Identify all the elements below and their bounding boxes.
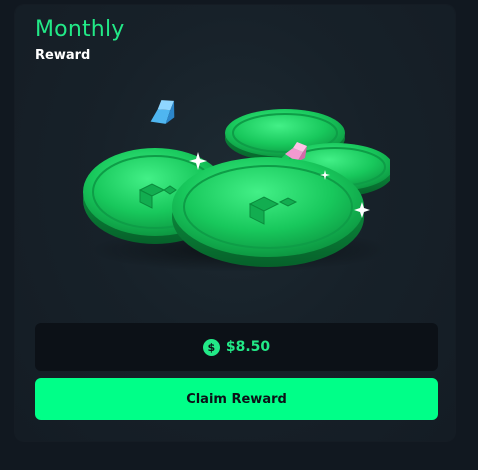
card-subtitle: Reward xyxy=(35,48,91,63)
reward-amount-display: $ $8.50 xyxy=(35,323,438,371)
dollar-circle-icon: $ xyxy=(202,338,220,356)
monthly-reward-card: Monthly Reward $ $8.50 Claim Reward xyxy=(15,5,455,441)
page: Monthly Reward $ $8.50 Claim Reward xyxy=(0,0,478,470)
green-coins-stack-icon xyxy=(83,100,390,272)
card-title: Monthly xyxy=(35,17,125,42)
claim-reward-button[interactable]: Claim Reward xyxy=(35,378,438,420)
reward-amount: $8.50 xyxy=(225,339,271,355)
